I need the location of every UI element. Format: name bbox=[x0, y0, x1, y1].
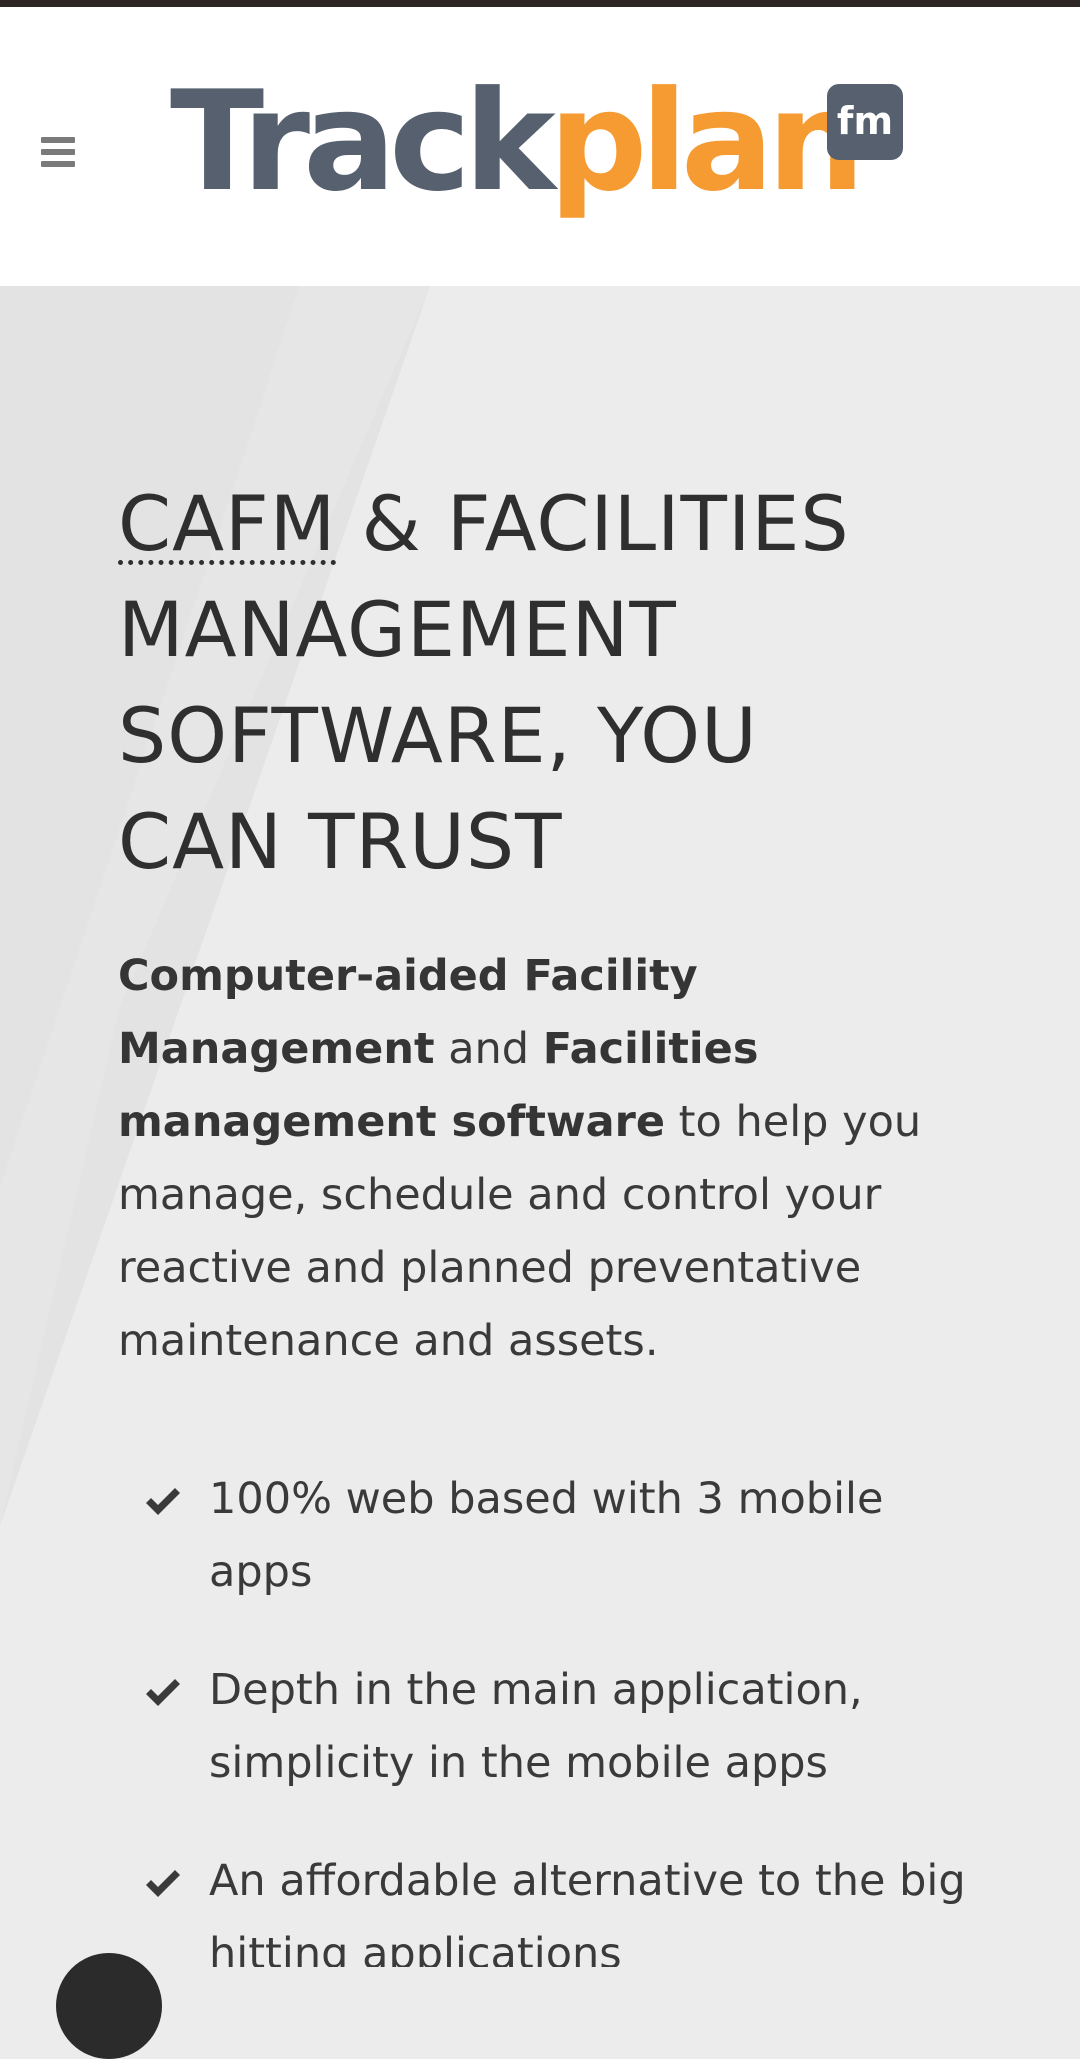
feature-text: 100% web based with 3 mobile apps bbox=[209, 1474, 884, 1597]
intro-text-and: and bbox=[434, 1024, 543, 1074]
logo-track-text: Track bbox=[170, 67, 559, 222]
chat-widget-button[interactable] bbox=[56, 1953, 162, 2059]
logo-plan-text: plan bbox=[549, 67, 858, 222]
site-header: Trackplan fm bbox=[0, 7, 1080, 286]
logo-badge-text: fm bbox=[837, 99, 893, 143]
hamburger-menu-icon[interactable] bbox=[41, 137, 77, 167]
hero-section: CAFM & FACILITIES MANAGEMENT SOFTWARE, Y… bbox=[0, 286, 1080, 1967]
headline-line1-rest: & FACILITIES bbox=[336, 479, 850, 568]
check-icon bbox=[146, 1488, 180, 1515]
hero-content: CAFM & FACILITIES MANAGEMENT SOFTWARE, Y… bbox=[118, 471, 978, 1967]
cafm-abbreviation[interactable]: CAFM bbox=[118, 479, 336, 568]
feature-text: Depth in the main application, simplicit… bbox=[209, 1665, 863, 1788]
svg-text:Trackplan: Trackplan bbox=[170, 67, 858, 222]
feature-item: 100% web based with 3 mobile apps bbox=[118, 1463, 969, 1609]
feature-item: Depth in the main application, simplicit… bbox=[118, 1654, 969, 1800]
headline-line4: CAN TRUST bbox=[118, 797, 563, 886]
feature-item: An affordable alternative to the big hit… bbox=[118, 1845, 969, 1967]
hero-intro: Computer-aided Facility Management and F… bbox=[118, 940, 938, 1378]
headline-line3: SOFTWARE, YOU bbox=[118, 691, 758, 780]
feature-list: 100% web based with 3 mobile apps Depth … bbox=[118, 1463, 978, 1967]
headline-line2: MANAGEMENT bbox=[118, 585, 677, 674]
trackplan-logo[interactable]: Trackplan fm bbox=[170, 67, 915, 227]
check-icon bbox=[146, 1679, 180, 1706]
check-icon bbox=[146, 1870, 180, 1897]
feature-text: An affordable alternative to the big hit… bbox=[209, 1856, 966, 1967]
top-strip bbox=[0, 0, 1080, 7]
hero-headline: CAFM & FACILITIES MANAGEMENT SOFTWARE, Y… bbox=[118, 471, 978, 895]
